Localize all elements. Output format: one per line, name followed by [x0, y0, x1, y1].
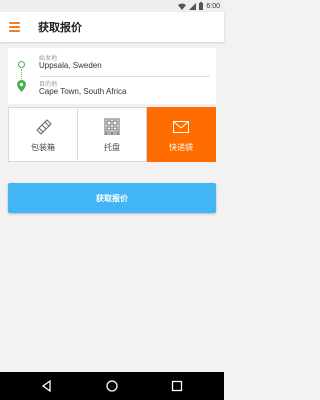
recents-icon[interactable]	[170, 379, 184, 393]
status-icons: 6:00	[178, 1, 220, 11]
status-bar: 6:00	[0, 0, 224, 12]
package-option-label: 快递袋	[169, 143, 193, 152]
package-option-courier-bag[interactable]: 快递袋	[147, 107, 216, 162]
back-icon[interactable]	[40, 379, 54, 393]
destination-field[interactable]: 目的地 Cape Town, South Africa	[8, 75, 216, 103]
package-option-pallet[interactable]: 托盘	[78, 107, 147, 162]
package-type-selector: 包装箱 托盘 快递袋	[8, 107, 216, 162]
origin-value: Uppsala, Sweden	[39, 61, 102, 70]
location-card: 始发地 Uppsala, Sweden 目的地 Cape Town, South…	[8, 48, 216, 104]
origin-field[interactable]: 始发地 Uppsala, Sweden	[8, 48, 216, 76]
package-option-label: 包装箱	[31, 143, 55, 152]
get-quote-label: 获取报价	[96, 193, 128, 203]
signal-icon	[189, 2, 197, 10]
home-icon[interactable]	[105, 379, 119, 393]
app-bar: 获取报价	[0, 12, 224, 42]
destination-value: Cape Town, South Africa	[39, 87, 127, 96]
pallet-icon	[104, 118, 120, 135]
wifi-icon	[178, 3, 187, 10]
package-option-label: 托盘	[104, 143, 120, 152]
package-option-box[interactable]: 包装箱	[8, 107, 78, 162]
envelope-icon	[173, 121, 189, 133]
status-time: 6:00	[206, 2, 220, 10]
navigation-bar	[0, 372, 224, 400]
battery-icon	[199, 2, 204, 10]
get-quote-button[interactable]: 获取报价	[8, 183, 216, 213]
hamburger-menu-icon[interactable]	[9, 22, 20, 32]
box-icon	[36, 119, 52, 135]
location-pin-icon	[17, 80, 26, 92]
page-title: 获取报价	[38, 21, 82, 34]
